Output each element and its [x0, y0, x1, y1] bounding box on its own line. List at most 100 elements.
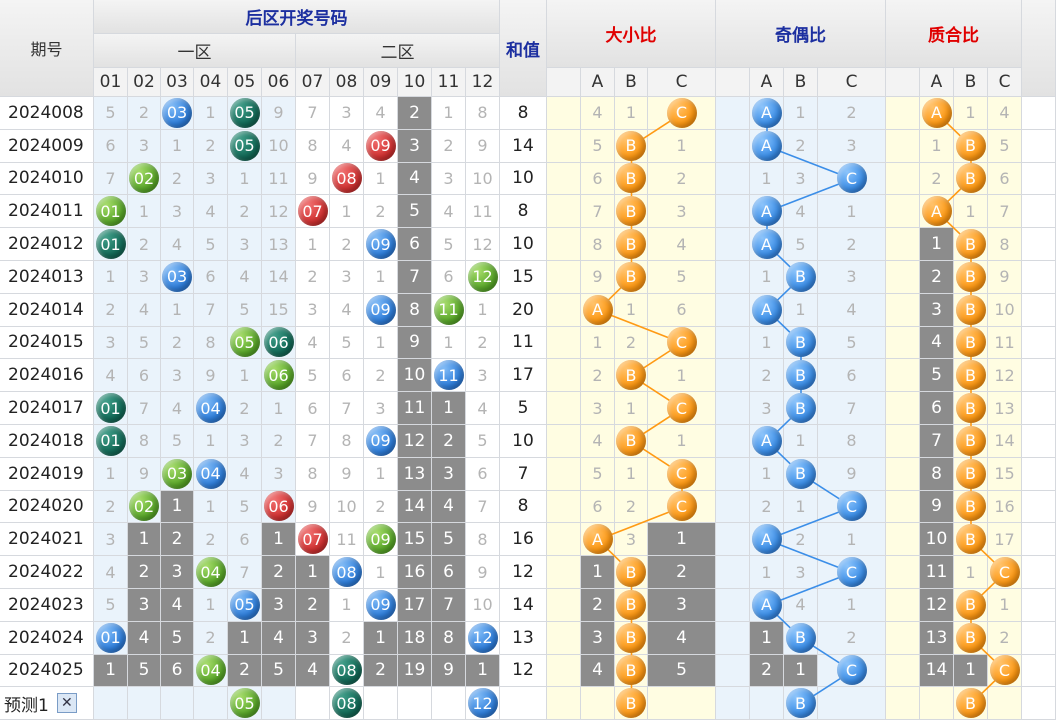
- number-cell[interactable]: 2: [94, 293, 128, 327]
- size-ratio-cell[interactable]: 3: [581, 392, 615, 425]
- number-cell[interactable]: 02: [128, 490, 161, 524]
- number-cell[interactable]: 08: [330, 687, 364, 720]
- number-cell[interactable]: 15: [262, 293, 296, 327]
- number-cell[interactable]: 5: [296, 359, 330, 393]
- number-cell[interactable]: 1: [194, 490, 228, 524]
- number-cell[interactable]: 2: [128, 228, 161, 261]
- prime-ratio-cell[interactable]: 1: [954, 97, 988, 130]
- prime-ratio-cell[interactable]: 2: [988, 621, 1022, 655]
- odd-even-ratio-cell[interactable]: 7: [818, 392, 886, 425]
- number-column-header[interactable]: 01: [94, 68, 128, 97]
- number-cell[interactable]: 09: [364, 228, 398, 261]
- number-cell[interactable]: 2: [161, 162, 194, 196]
- odd-even-ratio-cell[interactable]: 2: [784, 129, 818, 163]
- prime-ratio-cell[interactable]: A: [920, 97, 954, 130]
- number-cell[interactable]: 5: [161, 621, 194, 655]
- number-cell[interactable]: 18: [398, 621, 432, 655]
- number-cell[interactable]: [94, 687, 128, 720]
- number-cell[interactable]: 8: [432, 621, 466, 655]
- number-cell[interactable]: 9: [128, 457, 161, 491]
- odd-even-ratio-cell[interactable]: [818, 687, 886, 720]
- number-cell[interactable]: 03: [161, 97, 194, 130]
- number-cell[interactable]: 3: [330, 97, 364, 130]
- number-column-header[interactable]: 11: [432, 68, 466, 97]
- number-cell[interactable]: 2: [432, 129, 466, 163]
- prime-ratio-cell[interactable]: [920, 687, 954, 720]
- odd-even-ratio-cell[interactable]: 8: [818, 425, 886, 458]
- size-ratio-cell[interactable]: 4: [648, 228, 716, 261]
- number-cell[interactable]: 05: [228, 326, 262, 360]
- odd-even-ratio-cell[interactable]: 1: [750, 621, 784, 655]
- odd-even-ratio-cell[interactable]: 4: [818, 293, 886, 327]
- number-cell[interactable]: 09: [364, 129, 398, 163]
- odd-even-ratio-cell[interactable]: 2: [750, 490, 784, 524]
- number-cell[interactable]: 4: [94, 359, 128, 393]
- issue-column-header[interactable]: 期号: [0, 0, 94, 97]
- odd-even-ratio-cell[interactable]: 9: [818, 457, 886, 491]
- number-cell[interactable]: 2: [228, 195, 262, 229]
- number-cell[interactable]: 7: [194, 293, 228, 327]
- number-cell[interactable]: 6: [94, 129, 128, 163]
- prime-ratio-cell[interactable]: 10: [920, 523, 954, 557]
- number-cell[interactable]: 08: [330, 162, 364, 196]
- prime-ratio-cell[interactable]: 1: [954, 654, 988, 688]
- number-cell[interactable]: 2: [364, 654, 398, 688]
- number-cell[interactable]: 6: [432, 556, 466, 589]
- number-cell[interactable]: 4: [228, 261, 262, 294]
- prime-ratio-cell[interactable]: 4: [988, 97, 1022, 130]
- odd-even-ratio-cell[interactable]: 2: [750, 654, 784, 688]
- number-cell[interactable]: 1: [94, 457, 128, 491]
- number-cell[interactable]: 1: [466, 654, 500, 688]
- prime-ratio-cell[interactable]: 1: [920, 228, 954, 261]
- odd-even-ratio-cell[interactable]: B: [784, 687, 818, 720]
- number-cell[interactable]: 4: [161, 589, 194, 622]
- number-cell[interactable]: 06: [262, 490, 296, 524]
- odd-even-ratio-cell[interactable]: 1: [750, 162, 784, 196]
- size-ratio-cell[interactable]: B: [615, 687, 648, 720]
- size-ratio-cell[interactable]: 2: [615, 326, 648, 360]
- size-ratio-cell[interactable]: B: [615, 228, 648, 261]
- prime-ratio-cell[interactable]: C: [988, 556, 1022, 589]
- number-cell[interactable]: 3: [432, 162, 466, 196]
- odd-even-ratio-cell[interactable]: [750, 687, 784, 720]
- size-ratio-cell[interactable]: C: [648, 392, 716, 425]
- odd-even-ratio-cell[interactable]: 1: [750, 326, 784, 360]
- size-ratio-cell[interactable]: B: [615, 195, 648, 229]
- odd-even-ratio-cell[interactable]: 5: [784, 228, 818, 261]
- number-cell[interactable]: 01: [94, 228, 128, 261]
- number-cell[interactable]: 19: [398, 654, 432, 688]
- number-cell[interactable]: 7: [296, 425, 330, 458]
- size-ratio-cell[interactable]: 2: [648, 162, 716, 196]
- number-column-header[interactable]: 05: [228, 68, 262, 97]
- number-cell[interactable]: 9: [466, 556, 500, 589]
- number-cell[interactable]: 1: [194, 589, 228, 622]
- number-cell[interactable]: 04: [194, 654, 228, 688]
- size-ratio-cell[interactable]: B: [615, 261, 648, 294]
- number-cell[interactable]: 9: [466, 129, 500, 163]
- number-cell[interactable]: 8: [330, 425, 364, 458]
- number-cell[interactable]: 8: [128, 425, 161, 458]
- number-cell[interactable]: 01: [94, 392, 128, 425]
- prime-ratio-cell[interactable]: B: [954, 228, 988, 261]
- prime-ratio-cell[interactable]: 7: [920, 425, 954, 458]
- number-cell[interactable]: 4: [94, 556, 128, 589]
- odd-even-ratio-cell[interactable]: 2: [818, 97, 886, 130]
- size-ratio-cell[interactable]: 1: [615, 457, 648, 491]
- number-cell[interactable]: 9: [296, 490, 330, 524]
- number-cell[interactable]: 5: [228, 293, 262, 327]
- odd-even-ratio-cell[interactable]: 1: [784, 490, 818, 524]
- number-cell[interactable]: 12: [466, 261, 500, 294]
- prime-ratio-cell[interactable]: 6: [920, 392, 954, 425]
- prime-ratio-cell[interactable]: 11: [988, 326, 1022, 360]
- number-cell[interactable]: 5: [128, 326, 161, 360]
- prime-ratio-cell[interactable]: B: [954, 523, 988, 557]
- odd-even-ratio-cell[interactable]: 5: [818, 326, 886, 360]
- size-ratio-cell[interactable]: 3: [581, 621, 615, 655]
- size-ratio-cell[interactable]: 4: [581, 97, 615, 130]
- prime-ratio-cell[interactable]: 5: [920, 359, 954, 393]
- number-cell[interactable]: 2: [364, 490, 398, 524]
- number-cell[interactable]: 11: [262, 162, 296, 196]
- odd-even-ratio-cell[interactable]: 2: [818, 228, 886, 261]
- number-cell[interactable]: 5: [466, 425, 500, 458]
- number-cell[interactable]: 1: [262, 392, 296, 425]
